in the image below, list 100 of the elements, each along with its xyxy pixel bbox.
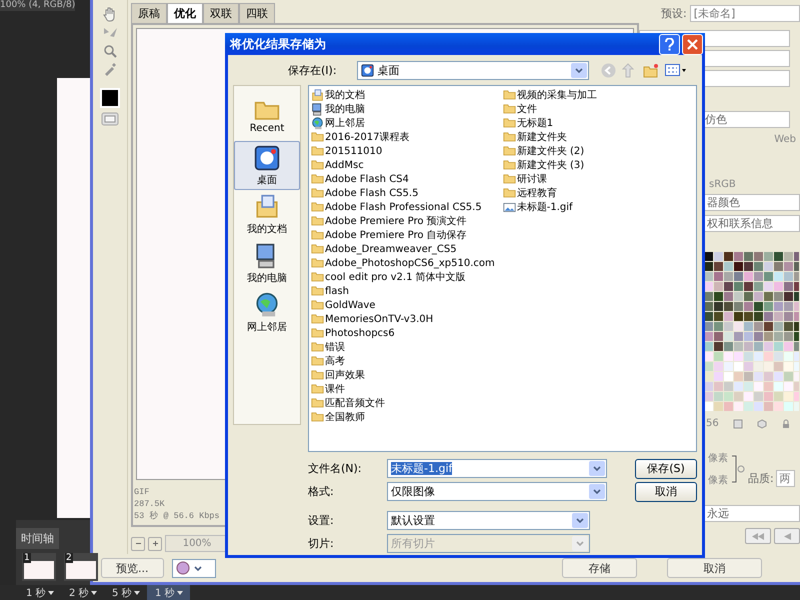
file-item[interactable]: MemoriesOnTV-v3.0H <box>311 312 495 326</box>
file-item[interactable]: cool edit pro v2.1 简体中文版 <box>311 270 495 284</box>
file-item[interactable]: 2016-2017课程表 <box>311 130 495 144</box>
file-item[interactable]: Adobe Flash Professional CS5.5 <box>311 200 495 214</box>
previous-frame-button[interactable] <box>774 528 800 544</box>
zoom-in-button[interactable] <box>148 536 162 550</box>
chevron-down-icon <box>576 541 584 546</box>
back-icon[interactable] <box>600 62 616 78</box>
file-item[interactable]: GoldWave <box>311 298 495 312</box>
file-item[interactable]: 视频的采集与加工 <box>502 88 597 102</box>
file-name-label: 文件名(N): <box>308 461 363 476</box>
file-item[interactable]: 我的文档 <box>311 88 495 102</box>
file-item[interactable]: 错误 <box>311 340 495 354</box>
quality-label: 品质: <box>748 470 774 486</box>
globe-computer-icon <box>254 292 280 318</box>
view-tab[interactable]: 原稿 <box>131 3 167 23</box>
view-tab[interactable]: 四联 <box>239 3 275 23</box>
location-dropdown[interactable]: 桌面 <box>356 60 589 80</box>
question-mark-icon <box>665 38 674 50</box>
cube-icon[interactable] <box>756 418 767 428</box>
animation-frame[interactable]: 2 <box>64 553 98 581</box>
file-item[interactable]: 未标题-1.gif <box>502 200 597 214</box>
chevron-down-icon <box>576 518 584 523</box>
folder-icon <box>502 145 516 157</box>
place-item[interactable]: Recent <box>234 92 300 141</box>
file-item[interactable]: 无标题1 <box>502 116 597 130</box>
file-item[interactable]: Adobe Premiere Pro 自动保存 <box>311 228 495 242</box>
frame-delay[interactable]: 1 秒 <box>147 585 190 600</box>
format-label: 格式: <box>308 484 335 499</box>
file-item[interactable]: Photoshopcs6 <box>311 326 495 340</box>
file-item[interactable]: Adobe_PhotoshopCS6_xp510.com <box>311 256 495 270</box>
file-item[interactable]: 新建文件夹 <box>502 130 597 144</box>
eyedropper-icon[interactable] <box>103 62 117 76</box>
preset-dropdown[interactable]: [未命名] <box>690 5 800 22</box>
file-item[interactable]: 201511010 <box>311 144 495 158</box>
animation-frame[interactable]: 1 <box>22 553 56 581</box>
format-dropdown[interactable]: 仅限图像 <box>387 482 607 501</box>
folder-icon <box>311 201 324 213</box>
place-item[interactable]: 我的文档 <box>234 190 300 239</box>
file-item[interactable]: 高考 <box>311 354 495 368</box>
folder-icon <box>502 187 516 199</box>
slice-visibility-icon[interactable] <box>101 112 119 126</box>
folder-icon <box>311 327 324 339</box>
file-item[interactable]: 远程教育 <box>502 186 597 200</box>
view-menu-icon[interactable] <box>664 64 687 76</box>
first-frame-button[interactable] <box>745 528 771 544</box>
new-folder-icon[interactable] <box>642 62 659 78</box>
file-item[interactable]: Adobe Flash CS5.5 <box>311 186 495 200</box>
frame-delay[interactable]: 2 秒 <box>61 585 104 600</box>
file-item[interactable]: 新建文件夹 (2) <box>502 144 597 158</box>
file-item[interactable]: 新建文件夹 (3) <box>502 158 597 172</box>
place-item[interactable]: 网上邻居 <box>234 288 300 337</box>
image-file-icon <box>502 200 516 214</box>
file-item[interactable]: Adobe_Dreamweaver_CS5 <box>311 242 495 256</box>
folder-icon <box>311 145 324 157</box>
quality-dropdown[interactable]: 两 <box>776 470 795 486</box>
save-button[interactable]: 存储 <box>562 558 637 578</box>
view-tab[interactable]: 优化 <box>167 3 203 23</box>
folder-icon <box>502 173 516 185</box>
file-item[interactable]: 回声效果 <box>311 368 495 382</box>
place-item[interactable]: 我的电脑 <box>234 239 300 288</box>
web-snap-label: Web <box>774 134 796 145</box>
settings-dropdown[interactable]: 默认设置 <box>387 511 590 530</box>
frame-delay[interactable]: 5 秒 <box>104 585 147 600</box>
chevron-down-icon <box>574 68 583 72</box>
folder-icon <box>502 103 516 115</box>
save-button[interactable]: 保存(S) <box>635 458 697 478</box>
link-bracket-icon[interactable] <box>731 454 745 484</box>
color-swatch[interactable] <box>100 88 120 108</box>
file-item[interactable]: AddMsc <box>311 158 495 172</box>
zoom-out-button[interactable] <box>131 536 145 550</box>
globe-computer-icon <box>311 116 324 130</box>
file-item[interactable]: 网上邻居 <box>311 116 495 130</box>
file-item[interactable]: 全国教师 <box>311 410 495 424</box>
desktop-icon <box>254 144 280 170</box>
settings-label: 设置: <box>308 513 335 528</box>
file-item[interactable]: 我的电脑 <box>311 102 495 116</box>
view-tab[interactable]: 双联 <box>203 3 239 23</box>
preview-button[interactable]: 预览... <box>101 558 164 578</box>
browser-dropdown[interactable] <box>172 558 216 578</box>
folder-icon <box>311 341 324 353</box>
cancel-button[interactable]: 取消 <box>667 558 762 578</box>
file-item[interactable]: 文件 <box>502 102 597 116</box>
file-item[interactable]: 研讨课 <box>502 172 597 186</box>
file-name-field[interactable]: 未标题-1.gif <box>387 459 607 478</box>
folder-icon <box>311 131 324 143</box>
file-item[interactable]: Adobe Premiere Pro 预演文件 <box>311 214 495 228</box>
file-item[interactable]: flash <box>311 284 495 298</box>
place-item[interactable]: 桌面 <box>234 141 300 190</box>
file-item[interactable]: 课件 <box>311 382 495 396</box>
help-button[interactable] <box>659 34 680 54</box>
file-item[interactable]: Adobe Flash CS4 <box>311 172 495 186</box>
search-icon[interactable] <box>103 44 117 58</box>
frame-delay[interactable]: 1 秒 <box>18 585 61 600</box>
optimization-info: GIF <box>134 486 150 498</box>
cancel-button[interactable]: 取消 <box>635 482 697 502</box>
close-button[interactable] <box>682 34 703 54</box>
timeline-tab[interactable]: 时间轴 <box>16 528 59 549</box>
lock-icon[interactable] <box>780 418 791 428</box>
file-item[interactable]: 匹配音频文件 <box>311 396 495 410</box>
